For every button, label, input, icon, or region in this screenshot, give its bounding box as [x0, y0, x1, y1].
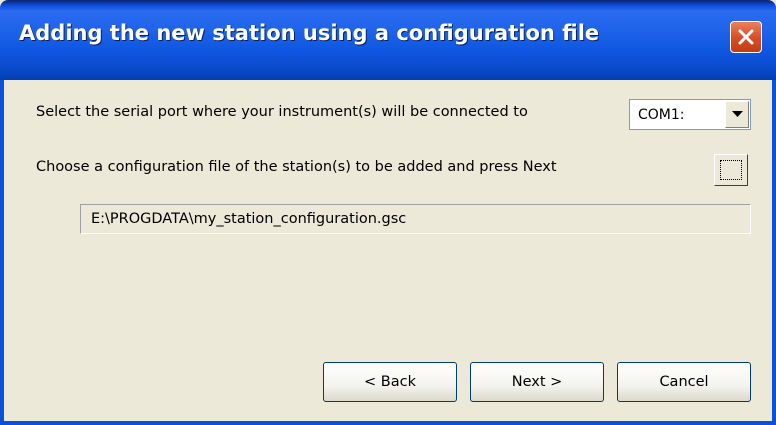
- serial-port-dropdown-button[interactable]: [725, 101, 749, 128]
- window-title: Adding the new station using a configura…: [19, 21, 600, 45]
- browse-icon: [720, 160, 742, 180]
- back-button[interactable]: < Back: [323, 362, 457, 402]
- serial-port-label: Select the serial port where your instru…: [36, 104, 528, 120]
- serial-port-value: COM1:: [638, 107, 685, 123]
- cancel-button[interactable]: Cancel: [617, 362, 751, 402]
- dialog-window: Adding the new station using a configura…: [0, 0, 776, 425]
- config-file-label: Choose a configuration file of the stati…: [36, 159, 557, 175]
- window-frame-right: [772, 80, 776, 425]
- browse-button[interactable]: [714, 154, 748, 186]
- config-file-path: E:\PROGDATA\my_station_configuration.gsc: [91, 211, 407, 227]
- window-frame-bottom: [0, 421, 776, 425]
- close-icon: [738, 29, 754, 45]
- chevron-down-icon: [732, 111, 743, 117]
- serial-port-select[interactable]: COM1:: [629, 99, 751, 130]
- config-file-path-field[interactable]: E:\PROGDATA\my_station_configuration.gsc: [80, 204, 751, 234]
- title-bar[interactable]: Adding the new station using a configura…: [0, 0, 776, 80]
- close-button[interactable]: [730, 21, 762, 53]
- next-button[interactable]: Next >: [470, 362, 604, 402]
